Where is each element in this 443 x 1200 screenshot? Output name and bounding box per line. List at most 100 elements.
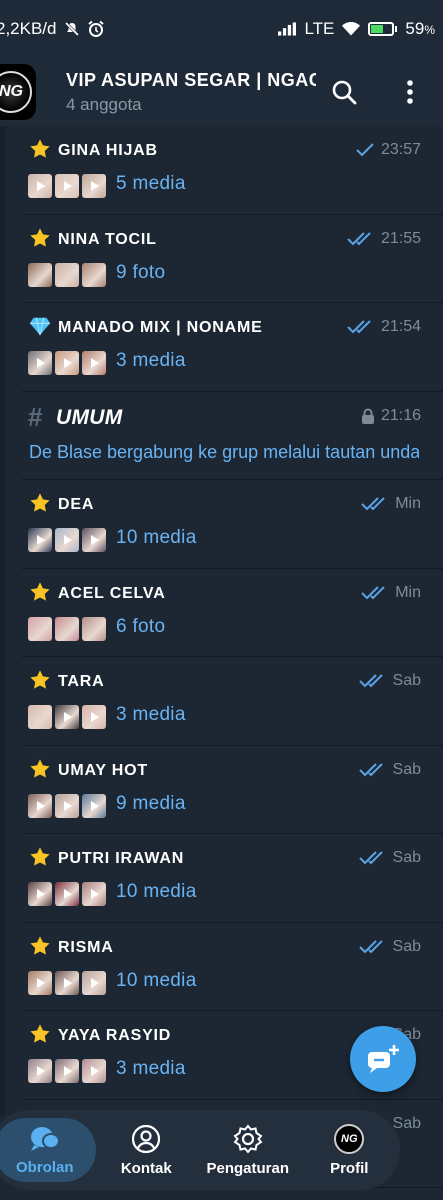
media-thumbnail	[55, 351, 79, 375]
time-label: Min	[395, 495, 421, 512]
topic-time: 21:55	[347, 230, 421, 248]
more-options-button[interactable]	[388, 70, 432, 114]
topic-name: RISMA	[58, 938, 114, 956]
last-message: De Blase bergabung ke grup melalui tauta…	[29, 441, 419, 462]
play-icon	[91, 358, 99, 368]
topic-time: 21:16	[361, 407, 421, 425]
star-icon	[29, 935, 51, 957]
media-thumbnails	[28, 882, 106, 906]
play-icon	[64, 889, 72, 899]
hash-icon: #	[28, 401, 43, 432]
media-thumbnail	[55, 616, 79, 641]
read-checks-icon	[358, 851, 387, 865]
media-thumbnail	[28, 262, 52, 287]
wifi-icon	[342, 20, 361, 38]
network-type: LTE	[304, 19, 335, 38]
time-label: 21:16	[380, 406, 421, 424]
topic-row[interactable]: NINA TOCIL 21:55 9 foto	[22, 215, 443, 303]
media-thumbnails	[28, 262, 106, 287]
topic-name: YAYA RASYID	[58, 1027, 172, 1044]
time-label: 23:57	[380, 141, 421, 158]
topic-row[interactable]: GINA HIJAB 23:57 5 media	[22, 126, 443, 215]
chat-header: NG VIP ASUPAN SEGAR | NGACENG SEGER 4 an…	[0, 58, 443, 126]
time-label: Sab	[392, 760, 421, 778]
media-thumbnail	[55, 793, 79, 818]
network-speed: 2,2KB/d	[0, 19, 57, 38]
media-thumbnail	[82, 793, 106, 818]
battery-percent: 59%	[405, 19, 435, 38]
media-thumbnail	[82, 528, 106, 552]
media-thumbnail	[55, 705, 79, 729]
play-icon	[91, 181, 99, 191]
header-title-block[interactable]: VIP ASUPAN SEGAR | NGACENG SEGER 4 anggo…	[66, 70, 316, 115]
media-thumbnail	[55, 174, 79, 198]
media-thumbnail	[82, 174, 106, 198]
topic-time: 21:54	[347, 318, 421, 336]
media-count: 6 foto	[116, 615, 166, 637]
topic-name: MANADO MIX | NONAME	[58, 319, 263, 336]
media-thumbnail	[55, 528, 79, 552]
topic-row[interactable]: PUTRI IRAWAN Sab 10 media	[22, 834, 443, 923]
nav-label: Profil	[330, 1159, 369, 1177]
nav-chats[interactable]: Obrolan	[0, 1118, 96, 1182]
read-checks-icon	[361, 497, 389, 511]
topic-name: UMUM	[56, 405, 123, 429]
topic-time: Sab	[358, 937, 421, 956]
topic-row[interactable]: TARA Sab 3 media	[22, 657, 443, 746]
time-label: Sab	[392, 937, 421, 955]
star-icon	[29, 1023, 51, 1045]
media-thumbnail	[82, 882, 106, 906]
battery-icon	[368, 22, 398, 36]
media-thumbnail	[28, 705, 52, 729]
play-icon	[37, 889, 45, 899]
media-thumbnails	[28, 174, 106, 198]
media-count: 5 media	[116, 173, 186, 194]
media-thumbnail	[28, 1059, 52, 1083]
play-icon	[37, 181, 45, 191]
chat-bubbles-icon	[30, 1126, 60, 1151]
play-icon	[64, 181, 72, 191]
media-thumbnail	[82, 970, 106, 995]
time-label: 21:54	[380, 318, 421, 335]
media-thumbnail	[82, 262, 106, 287]
media-thumbnail	[55, 1059, 79, 1083]
media-count: 10 media	[116, 881, 197, 902]
topic-row[interactable]: # UMUM 21:16 De Blase bergabung ke grup mel…	[22, 392, 443, 480]
play-icon	[37, 1066, 45, 1076]
media-thumbnail	[28, 793, 52, 818]
read-checks-icon	[347, 231, 375, 246]
topic-row[interactable]: UMAY HOT Sab 9 media	[22, 746, 443, 834]
diamond-icon	[29, 315, 51, 337]
play-icon	[64, 535, 72, 545]
star-icon	[29, 758, 51, 780]
nav-label: Pengaturan	[206, 1159, 289, 1177]
member-count: 4 anggota	[66, 94, 142, 114]
group-avatar[interactable]: NG	[0, 64, 36, 120]
alarm-icon	[87, 20, 105, 38]
media-thumbnails	[28, 616, 106, 641]
media-thumbnail	[82, 705, 106, 729]
play-icon	[91, 535, 99, 545]
person-icon	[132, 1124, 161, 1153]
topic-row[interactable]: ACEL CELVA Min 6 foto	[22, 569, 443, 657]
system-nav-area	[0, 1190, 443, 1200]
nav-contacts[interactable]: Kontak	[96, 1110, 198, 1190]
nav-settings[interactable]: Pengaturan	[197, 1110, 299, 1190]
media-thumbnail	[28, 970, 52, 995]
new-topic-button[interactable]	[350, 1026, 416, 1092]
nav-profile[interactable]: NG Profil	[299, 1110, 401, 1190]
read-checks-icon	[347, 320, 375, 334]
time-label: 21:55	[380, 229, 421, 247]
topic-row[interactable]: DEA Min 10 media	[22, 480, 443, 569]
play-icon	[91, 800, 99, 811]
media-thumbnail	[28, 882, 52, 906]
topic-name: PUTRI IRAWAN	[58, 850, 185, 867]
media-count: 10 media	[116, 969, 197, 991]
topic-row[interactable]: MANADO MIX | NONAME 21:54 3 media	[22, 303, 443, 392]
time-label: Sab	[392, 849, 421, 866]
lock-icon	[361, 408, 375, 424]
read-checks-icon	[358, 939, 387, 954]
gear-icon	[233, 1123, 263, 1154]
topic-row[interactable]: RISMA Sab 10 media	[22, 923, 443, 1011]
search-button[interactable]	[322, 70, 366, 114]
